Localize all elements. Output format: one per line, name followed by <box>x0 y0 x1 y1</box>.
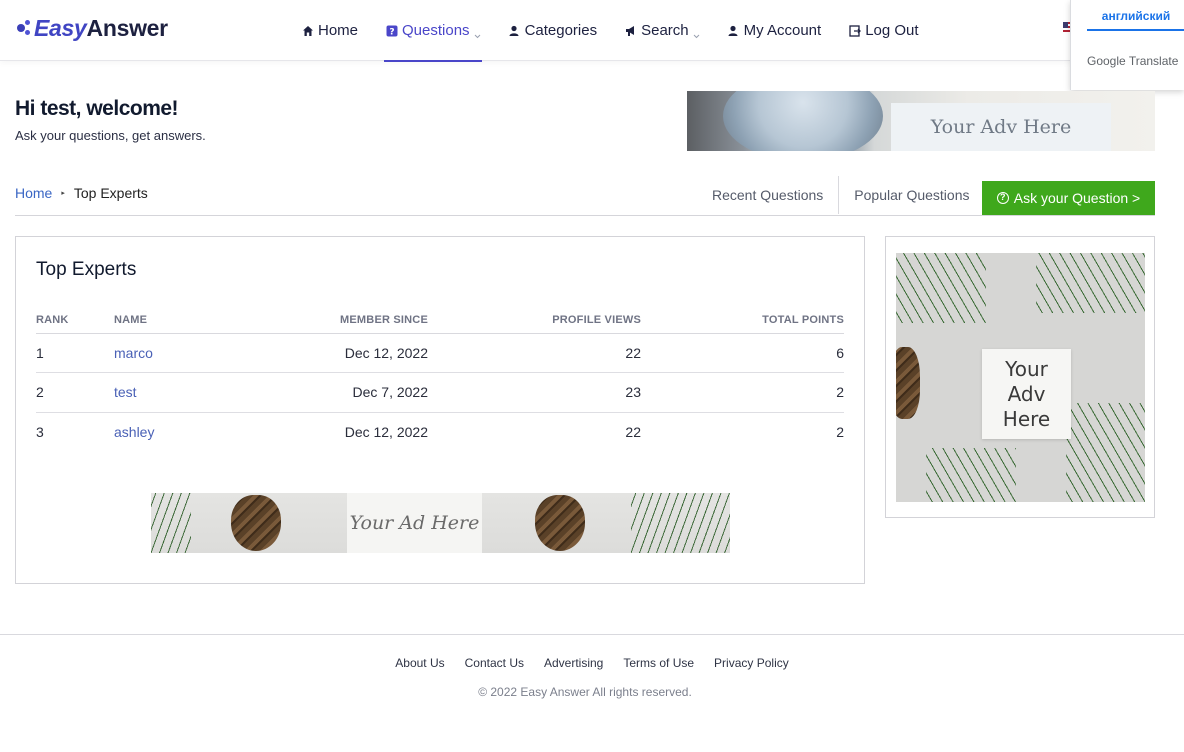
home-icon <box>301 24 314 37</box>
member-since-cell: Dec 12, 2022 <box>344 424 428 440</box>
top-experts-title: Top Experts <box>36 259 137 280</box>
top-ad-banner[interactable]: Your Adv Here <box>687 91 1155 151</box>
pine-cone-image <box>535 495 585 551</box>
breadcrumb-home-link[interactable]: Home <box>15 185 52 201</box>
footer-link-contact-us[interactable]: Contact Us <box>465 656 524 670</box>
welcome-title: Hi test, welcome! <box>15 97 179 120</box>
sidebar-ad-label: Your Adv Here <box>982 349 1071 439</box>
sidebar-ad-card: Your Adv Here <box>885 236 1155 518</box>
rank-cell: 3 <box>36 424 44 440</box>
ask-question-label: Ask your Question > <box>1013 190 1141 206</box>
user-icon <box>727 24 740 37</box>
site-logo[interactable]: Easy Answer <box>17 14 168 42</box>
pine-needles-image <box>1036 253 1145 313</box>
footer-divider <box>0 634 1184 635</box>
chevron-down-icon <box>693 27 700 39</box>
translate-language-option[interactable]: английский <box>1087 9 1184 31</box>
nav-log-out[interactable]: Log Out <box>847 0 919 61</box>
name-cell: marco <box>114 333 254 373</box>
nav-search-label: Search <box>641 22 689 39</box>
google-translate-brand[interactable]: Google Translate <box>1087 54 1178 68</box>
expert-name-link[interactable]: ashley <box>114 424 154 440</box>
logo-text-answer: Answer <box>86 14 169 41</box>
nav-home-label: Home <box>318 22 359 39</box>
main-nav: Home ? Questions Categories Search My Ac… <box>300 0 945 62</box>
expert-name-link[interactable]: test <box>114 384 137 400</box>
logout-icon <box>848 24 861 37</box>
pine-needles-image <box>151 493 191 553</box>
nav-log-out-label: Log Out <box>865 22 919 39</box>
ask-question-button[interactable]: ? Ask your Question > <box>982 181 1155 215</box>
table-row: 1 marco Dec 12, 2022 22 6 <box>36 333 844 373</box>
top-ad-label: Your Adv Here <box>891 103 1111 151</box>
member-since-cell: Dec 12, 2022 <box>254 333 428 373</box>
rank-cell: 1 <box>36 333 114 373</box>
column-header-total-points: Total Points <box>641 307 844 334</box>
pine-needles-image <box>926 448 1016 502</box>
name-cell: ashley <box>114 412 254 452</box>
name-cell: test <box>114 372 254 413</box>
nav-questions-label: Questions <box>402 22 470 39</box>
nav-categories[interactable]: Categories <box>507 0 599 61</box>
footer-links: About Us Contact Us Advertising Terms of… <box>0 656 1184 670</box>
nav-my-account[interactable]: My Account <box>726 0 823 61</box>
welcome-subtitle: Ask your questions, get answers. <box>15 128 206 143</box>
logo-text-easy: Easy <box>34 14 87 41</box>
top-experts-card: Top Experts Rank Name Member Since Profi… <box>15 236 865 584</box>
pine-needles-image <box>631 493 730 553</box>
profile-views-cell: 23 <box>428 372 641 413</box>
nav-search[interactable]: Search <box>623 0 701 61</box>
column-header-profile-views: Profile Views <box>428 307 641 334</box>
rank-cell: 2 <box>36 372 114 413</box>
footer-link-about-us[interactable]: About Us <box>395 656 444 670</box>
table-row: 2 test Dec 7, 2022 23 2 <box>36 372 844 413</box>
megaphone-icon <box>624 24 637 37</box>
bottom-ad-banner[interactable]: Your Ad Here <box>151 493 730 553</box>
chevron-down-icon <box>474 27 481 39</box>
profile-views-cell: 22 <box>625 424 641 440</box>
tab-recent-questions[interactable]: Recent Questions <box>697 176 838 214</box>
question-tabs: Recent Questions Popular Questions <box>697 176 984 214</box>
footer-link-terms-of-use[interactable]: Terms of Use <box>623 656 694 670</box>
expert-name-link[interactable]: marco <box>114 345 153 361</box>
experts-table: Rank Name Member Since Profile Views Tot… <box>36 307 844 452</box>
pine-cone-image <box>896 347 920 419</box>
footer-link-advertising[interactable]: Advertising <box>544 656 603 670</box>
nav-home[interactable]: Home <box>300 0 359 61</box>
total-points-cell: 6 <box>641 333 844 373</box>
divider <box>15 215 1155 216</box>
google-translate-panel: английский Google Translate <box>1070 0 1184 90</box>
question-circle-icon: ? <box>996 192 1009 204</box>
breadcrumb-separator-icon: ▸ <box>61 190 65 197</box>
footer-link-privacy-policy[interactable]: Privacy Policy <box>714 656 789 670</box>
pine-cone-image <box>231 495 281 551</box>
nav-my-account-label: My Account <box>743 22 822 39</box>
user-icon <box>508 24 521 37</box>
nav-categories-label: Categories <box>524 22 598 39</box>
pine-needles-image <box>896 253 986 323</box>
table-header-row: Rank Name Member Since Profile Views Tot… <box>36 307 844 334</box>
tab-popular-questions[interactable]: Popular Questions <box>838 176 984 214</box>
copyright-text: © 2022 Easy Answer All rights reserved. <box>478 685 692 699</box>
column-header-member-since: Member Since <box>254 307 428 334</box>
total-points-cell: 2 <box>641 372 844 413</box>
logo-dots-icon <box>17 19 33 37</box>
profile-views-cell: 22 <box>428 333 641 373</box>
svg-text:?: ? <box>389 27 394 37</box>
breadcrumb-current: Top Experts <box>73 185 148 201</box>
bottom-ad-label: Your Ad Here <box>347 493 482 553</box>
nav-questions[interactable]: ? Questions <box>384 0 482 62</box>
table-row: 3 ashley Dec 12, 2022 22 2 <box>36 412 844 452</box>
statue-image <box>723 91 883 151</box>
question-square-icon: ? <box>385 24 398 37</box>
sidebar-ad-image[interactable]: Your Adv Here <box>896 253 1145 502</box>
column-header-rank: Rank <box>36 307 114 334</box>
site-header: EasyAnswer Home ? Questions Categories <box>0 0 1184 62</box>
breadcrumb: Home ▸ Top Experts <box>15 185 148 201</box>
total-points-cell: 2 <box>836 424 844 440</box>
member-since-cell: Dec 7, 2022 <box>254 372 428 413</box>
pine-needles-image <box>1066 403 1145 502</box>
column-header-name: Name <box>114 307 254 334</box>
